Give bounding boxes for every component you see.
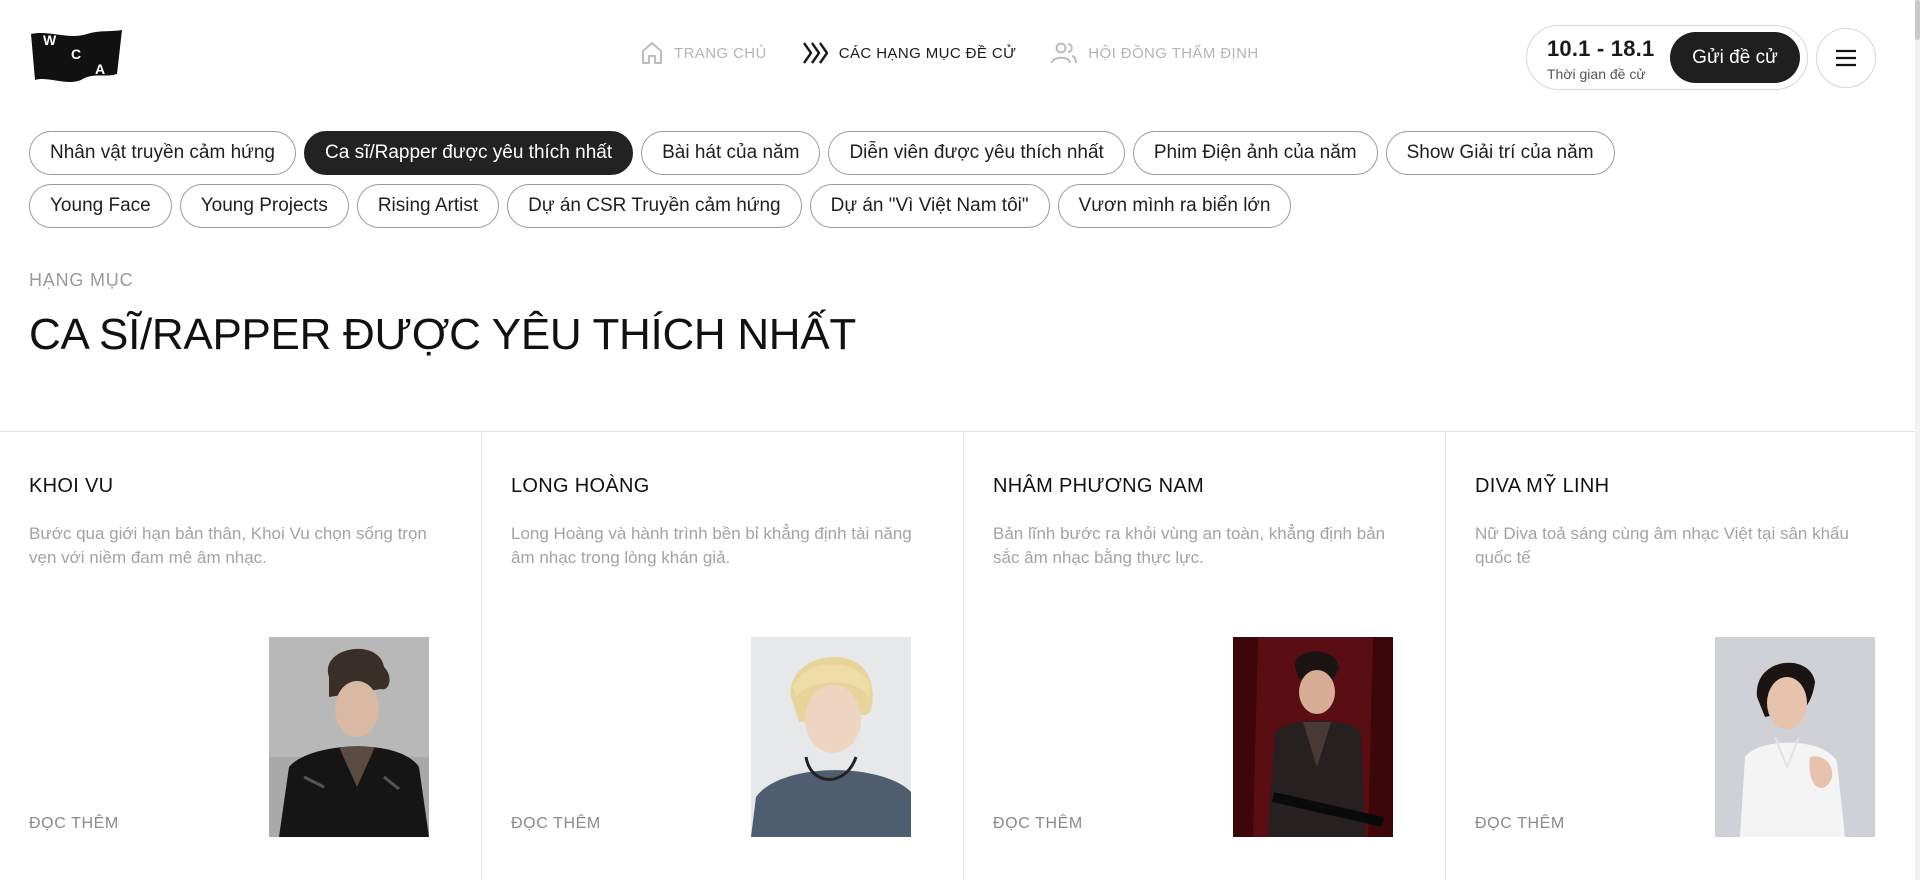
read-more-link[interactable]: ĐỌC THÊM <box>29 815 119 833</box>
page-scrollbar[interactable] <box>1915 0 1920 880</box>
category-pill[interactable]: Phim Điện ảnh của năm <box>1132 131 1378 175</box>
nominee-description: Nữ Diva toả sáng cùng âm nhạc Việt tại s… <box>1475 524 1849 567</box>
nominee-card[interactable]: LONG HOÀNG Long Hoàng và hành trình bền … <box>482 432 964 880</box>
wca-logo[interactable]: W C A <box>29 28 124 88</box>
category-filter: Nhân vật truyền cảm hứng Ca sĩ/Rapper đư… <box>29 131 1789 237</box>
nominee-name: DIVA MỸ LINH <box>1475 475 1610 497</box>
submit-nomination-button[interactable]: Gửi đề cử <box>1670 32 1800 83</box>
nav-item-label: CÁC HẠNG MỤC ĐỀ CỬ <box>838 44 1017 62</box>
nomination-dates: 10.1 - 18.1 <box>1547 36 1655 61</box>
nominee-photo[interactable] <box>1233 637 1393 837</box>
read-more-link[interactable]: ĐỌC THÊM <box>511 815 601 833</box>
nominee-card[interactable]: NHÂM PHƯƠNG NAM Bản lĩnh bước ra khỏi vù… <box>964 432 1446 880</box>
scrollbar-thumb[interactable] <box>1915 0 1920 40</box>
nominee-description: Long Hoàng và hành trình bền bỉ khẳng đị… <box>511 524 912 567</box>
nomination-period-label: Thời gian đề cử <box>1547 66 1646 82</box>
hamburger-icon <box>1836 49 1856 67</box>
category-pill[interactable]: Diễn viên được yêu thích nhất <box>828 131 1125 175</box>
nominee-name: NHÂM PHƯƠNG NAM <box>993 475 1204 497</box>
nominee-photo[interactable] <box>269 637 429 837</box>
menu-button[interactable] <box>1816 28 1876 88</box>
chevrons-icon <box>802 42 828 64</box>
section-eyebrow: HẠNG MỤC <box>29 270 134 290</box>
nominee-card[interactable]: KHOI VU Bước qua giới hạn bản thân, Khoi… <box>0 432 482 880</box>
nav-item-categories[interactable]: CÁC HẠNG MỤC ĐỀ CỬ <box>801 41 1017 65</box>
category-pill[interactable]: Vươn mình ra biển lớn <box>1057 184 1292 228</box>
category-pill-active[interactable]: Ca sĩ/Rapper được yêu thích nhất <box>304 131 634 175</box>
page-title: CA SĨ/RAPPER ĐƯỢC YÊU THÍCH NHẤT <box>29 310 856 359</box>
home-icon <box>642 42 662 64</box>
category-pill[interactable]: Dự án "Vì Việt Nam tôi" <box>809 184 1050 228</box>
nav-item-jury[interactable]: HỘI ĐỒNG THẨM ĐỊNH <box>1050 41 1258 65</box>
category-pill[interactable]: Young Face <box>29 184 172 228</box>
read-more-link[interactable]: ĐỌC THÊM <box>993 815 1083 833</box>
nominee-name: LONG HOÀNG <box>511 475 650 497</box>
site-header: W C A TRANG CHỦ CÁC HẠNG MỤC ĐỀ CỬ HỘI Đ… <box>0 0 1920 116</box>
main-nav: TRANG CHỦ CÁC HẠNG MỤC ĐỀ CỬ HỘI ĐỒNG TH… <box>640 40 1293 66</box>
nav-item-label: HỘI ĐỒNG THẨM ĐỊNH <box>1088 44 1259 62</box>
category-pill[interactable]: Dự án CSR Truyền cảm hứng <box>507 184 802 228</box>
nominee-description: Bản lĩnh bước ra khỏi vùng an toàn, khẳn… <box>993 524 1386 567</box>
nominee-description: Bước qua giới hạn bản thân, Khoi Vu chọn… <box>29 524 427 567</box>
users-icon <box>1051 42 1078 64</box>
category-row: Nhân vật truyền cảm hứng Ca sĩ/Rapper đư… <box>29 131 1789 175</box>
nav-item-label: TRANG CHỦ <box>674 44 767 62</box>
nominee-photo[interactable] <box>751 637 911 837</box>
nominee-photo[interactable] <box>1715 637 1875 837</box>
logo-letter-a: A <box>95 61 105 77</box>
category-pill[interactable]: Show Giải trí của năm <box>1385 131 1615 175</box>
read-more-link[interactable]: ĐỌC THÊM <box>1475 815 1565 833</box>
nominee-name: KHOI VU <box>29 475 114 497</box>
nomination-period: 10.1 - 18.1 Thời gian đề cử Gửi đề cử <box>1526 25 1808 90</box>
category-pill[interactable]: Rising Artist <box>356 184 500 228</box>
nominee-card[interactable]: DIVA MỸ LINH Nữ Diva toả sáng cùng âm nh… <box>1446 432 1915 880</box>
logo-letter-w: W <box>43 32 57 48</box>
nominee-grid: KHOI VU Bước qua giới hạn bản thân, Khoi… <box>0 431 1915 880</box>
logo-letter-c: C <box>71 46 81 62</box>
category-pill[interactable]: Nhân vật truyền cảm hứng <box>29 131 297 175</box>
category-pill[interactable]: Young Projects <box>179 184 349 228</box>
category-row: Young Face Young Projects Rising Artist … <box>29 184 1789 228</box>
nav-item-home[interactable]: TRANG CHỦ <box>640 40 767 66</box>
category-pill[interactable]: Bài hát của năm <box>641 131 821 175</box>
